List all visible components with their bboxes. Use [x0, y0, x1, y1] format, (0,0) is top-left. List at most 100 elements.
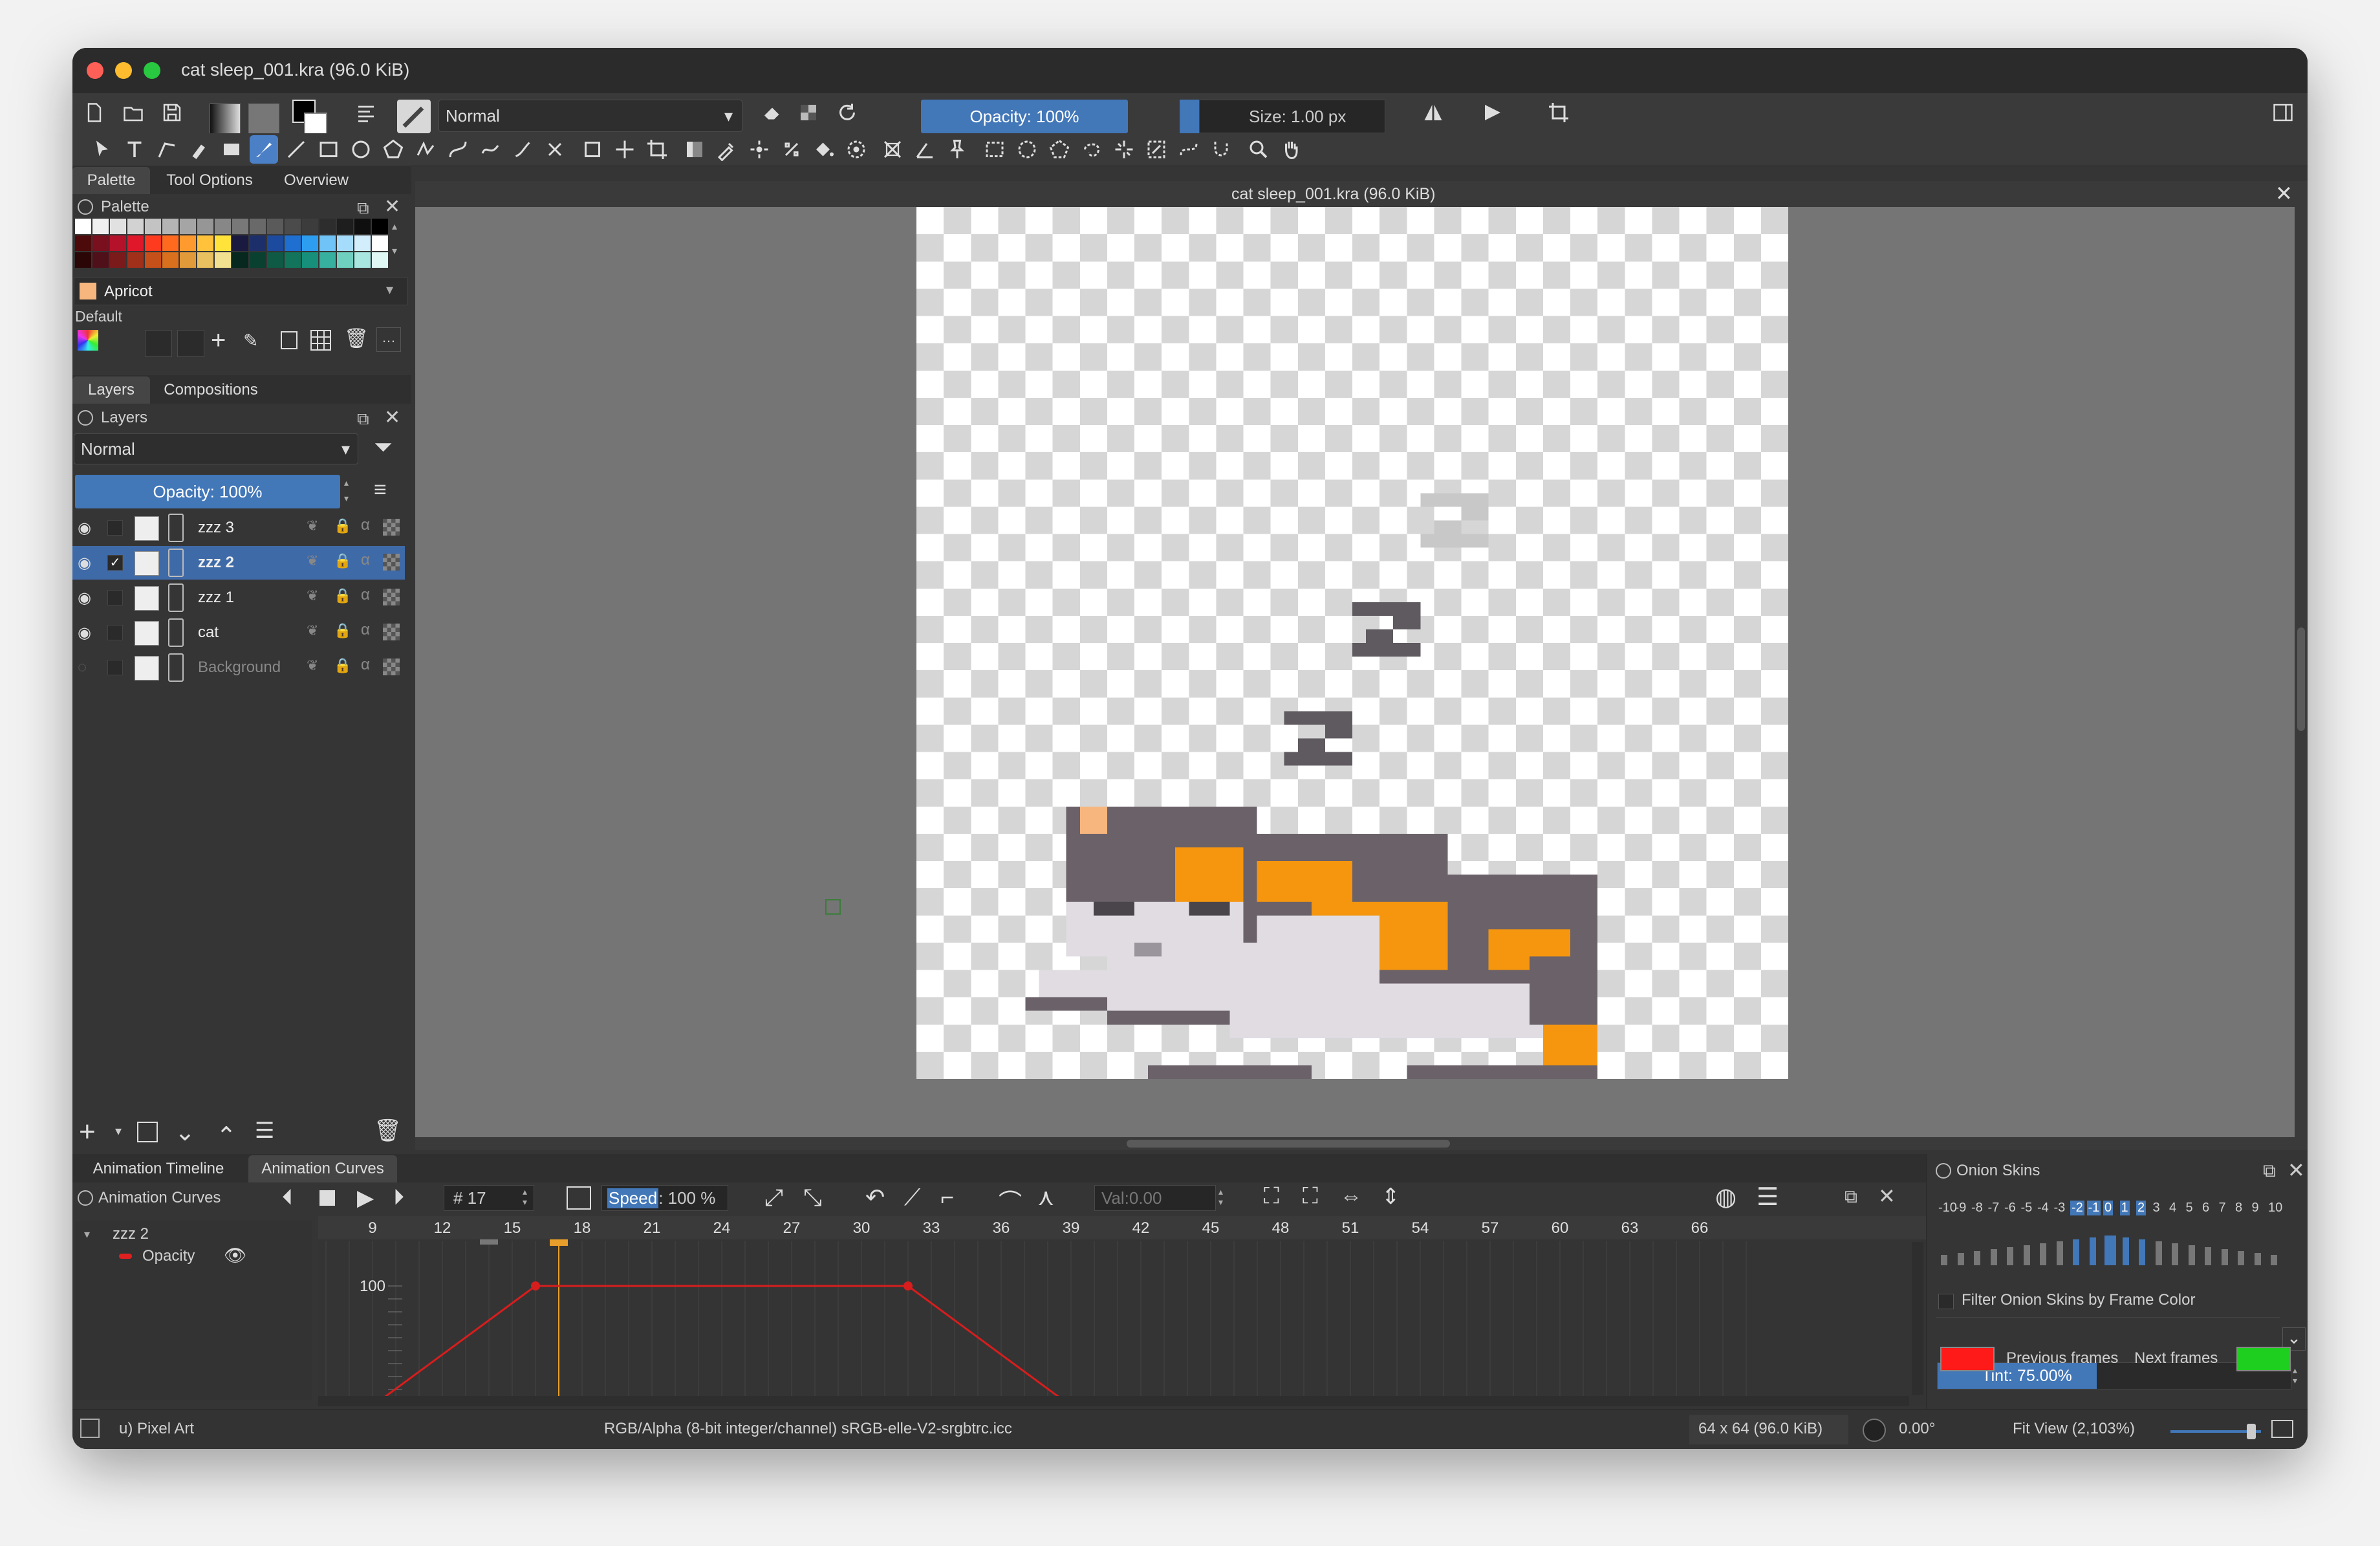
onion-opacity-bar[interactable] [1990, 1249, 1997, 1265]
palette-swatch[interactable] [232, 235, 248, 251]
tab-animation-curves[interactable]: Animation Curves [248, 1155, 397, 1182]
freehand-brush-tool-icon[interactable] [250, 135, 278, 164]
tab-tool-options[interactable]: Tool Options [154, 167, 265, 194]
play-icon[interactable]: ▶ [357, 1185, 374, 1211]
zoom-slider-handle[interactable] [2247, 1424, 2256, 1439]
save-document-icon[interactable] [158, 98, 186, 127]
close-docker-icon[interactable]: ✕ [2288, 1158, 2305, 1182]
bezier-curve-tool-icon[interactable] [444, 135, 472, 164]
edit-shapes-tool-icon[interactable] [153, 135, 181, 164]
palette-swatch[interactable] [250, 252, 266, 268]
onion-frame-number[interactable]: -5 [2021, 1201, 2033, 1215]
crop-tool-icon[interactable] [643, 135, 671, 164]
palette-swatch[interactable] [302, 235, 318, 251]
brush-preset-icon[interactable] [397, 100, 431, 133]
onion-opacity-bar[interactable] [2221, 1249, 2228, 1265]
previous-keyframe-icon[interactable]: ⏴ [282, 1185, 293, 1210]
color-name-combo[interactable]: Apricot ▾ [74, 277, 407, 305]
zoom-tool-icon[interactable] [1244, 135, 1273, 164]
onion-frame-number[interactable]: -6 [2004, 1201, 2016, 1215]
onion-frame-number[interactable]: 8 [2235, 1201, 2242, 1215]
onion-opacity-bar[interactable] [2089, 1237, 2096, 1265]
onion-opacity-bar[interactable] [2172, 1243, 2178, 1265]
onion-opacity-bar[interactable] [2023, 1245, 2030, 1265]
onion-opacity-bar[interactable] [2040, 1243, 2046, 1265]
value-spin-buttons[interactable]: ▴ ▾ [1218, 1186, 1223, 1207]
layer-name[interactable]: Background [198, 659, 281, 677]
dynamic-brush-tool-icon[interactable] [508, 135, 537, 164]
onion-opacity-bar[interactable] [2188, 1245, 2195, 1265]
minimize-window-button[interactable] [115, 62, 132, 79]
save-palette-icon[interactable] [281, 331, 298, 349]
onion-frame-number[interactable]: -9 [1955, 1201, 1967, 1215]
canvas-horizontal-scrollbar[interactable] [415, 1137, 2308, 1150]
select-shapes-tool-icon[interactable] [88, 135, 116, 164]
ellipse-tool-icon[interactable] [347, 135, 375, 164]
filter-onion-checkbox[interactable] [1938, 1294, 1954, 1309]
preserve-alpha-icon[interactable] [794, 98, 823, 127]
alpha-lock-icon[interactable]: α [361, 551, 370, 569]
inherit-alpha-icon[interactable]: ❦ [307, 587, 318, 604]
calligraphy-tool-icon[interactable] [185, 135, 213, 164]
zoom-to-fit-range-icon[interactable]: ⛶ [1264, 1184, 1279, 1209]
eraser-mode-icon[interactable] [758, 98, 786, 127]
palette-swatch[interactable] [180, 235, 196, 251]
onion-opacity-bars[interactable] [1938, 1220, 2295, 1269]
smart-patch-tool-icon[interactable] [777, 135, 806, 164]
palette-slot-1[interactable] [145, 330, 172, 357]
channel-visibility-icon[interactable]: 👁 [224, 1245, 247, 1266]
gradient-preset-icon[interactable] [210, 103, 241, 135]
size-slider[interactable]: Size: 1.00 px [1199, 100, 1385, 133]
onion-skins-toggle-icon[interactable]: ◍ [1715, 1182, 1736, 1212]
speed-field[interactable]: Speed: 100 % [601, 1185, 728, 1211]
palette-grid-icon[interactable] [310, 330, 331, 351]
fit-horizontal-icon[interactable]: ⇔ [1340, 1184, 1362, 1209]
palette-swatch[interactable] [162, 252, 178, 268]
onion-opacity-bar[interactable] [2007, 1247, 2013, 1265]
lock-icon[interactable]: 🔒 [334, 587, 351, 604]
add-keyframe-icon[interactable]: ⤢ [764, 1184, 783, 1212]
transform-tool-icon[interactable] [578, 135, 607, 164]
tab-animation-timeline[interactable]: Animation Timeline [72, 1155, 244, 1182]
next-frames-color-swatch[interactable] [2236, 1347, 2291, 1371]
onion-opacity-bar[interactable] [2254, 1253, 2261, 1265]
palette-slot-2[interactable] [177, 330, 204, 357]
palette-swatch[interactable] [285, 235, 301, 251]
expand-arrow-icon[interactable]: ▾ [84, 1228, 90, 1241]
palette-swatch[interactable] [127, 219, 144, 234]
reference-images-tool-icon[interactable] [943, 135, 971, 164]
palette-swatch[interactable] [145, 235, 161, 251]
opacity-spin-buttons[interactable]: ▴ ▾ [344, 475, 353, 508]
palette-swatch[interactable] [92, 219, 109, 234]
close-docker-icon[interactable]: ✕ [1878, 1184, 1896, 1208]
reload-preset-icon[interactable] [833, 98, 861, 127]
layer-name[interactable]: cat [198, 624, 219, 642]
float-docker-icon[interactable]: ⧉ [1844, 1186, 1857, 1208]
contiguous-selection-tool-icon[interactable] [1110, 135, 1138, 164]
onion-opacity-bar[interactable] [2122, 1237, 2129, 1265]
measure-tool-icon[interactable] [911, 135, 939, 164]
magnetic-selection-tool-icon[interactable] [1207, 135, 1235, 164]
layer-row[interactable]: ◉ zzz 3 ❦ 🔒 α [72, 511, 405, 545]
onion-opacity-bar[interactable] [2155, 1241, 2162, 1265]
palette-swatch[interactable] [110, 219, 126, 234]
tab-palette[interactable]: Palette [72, 167, 150, 194]
frame-spin-buttons[interactable]: ▴ ▾ [523, 1186, 527, 1207]
brush-preset-status-icon[interactable] [80, 1419, 100, 1438]
eye-visible-icon[interactable]: ◉ [78, 624, 91, 642]
onion-frame-number[interactable]: 1 [2119, 1201, 2130, 1215]
layer-name[interactable]: zzz 1 [198, 589, 234, 607]
lock-icon[interactable]: 🔒 [334, 657, 351, 674]
onion-frame-number[interactable]: -4 [2037, 1201, 2049, 1215]
onion-opacity-bar[interactable] [2104, 1236, 2116, 1265]
layer-style-icon[interactable] [383, 589, 400, 605]
layer-view-options-icon[interactable]: ≡ [374, 477, 387, 503]
palette-swatch[interactable] [354, 235, 371, 251]
similar-color-selection-tool-icon[interactable] [1142, 135, 1171, 164]
palette-swatch[interactable] [302, 252, 318, 268]
color-space-info[interactable]: RGB/Alpha (8-bit integer/channel) sRGB-e… [604, 1420, 1012, 1438]
eye-visible-icon[interactable]: ◉ [78, 519, 91, 538]
palette-swatch[interactable] [337, 235, 353, 251]
close-document-icon[interactable]: ✕ [2275, 181, 2293, 206]
lock-icon[interactable]: 🔒 [334, 622, 351, 639]
